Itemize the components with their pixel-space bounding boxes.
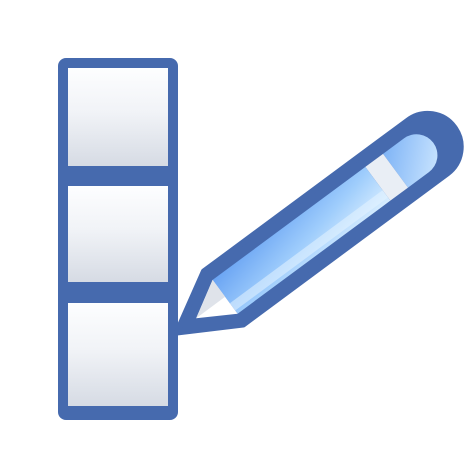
column-stack [58, 58, 178, 420]
pencil-icon [173, 110, 464, 336]
edit-list-icon [58, 58, 464, 420]
cell-top [68, 68, 168, 166]
cell-bottom [68, 303, 168, 406]
cell-middle [68, 186, 168, 282]
pencil-body [212, 166, 391, 314]
icon-canvas [0, 0, 474, 474]
